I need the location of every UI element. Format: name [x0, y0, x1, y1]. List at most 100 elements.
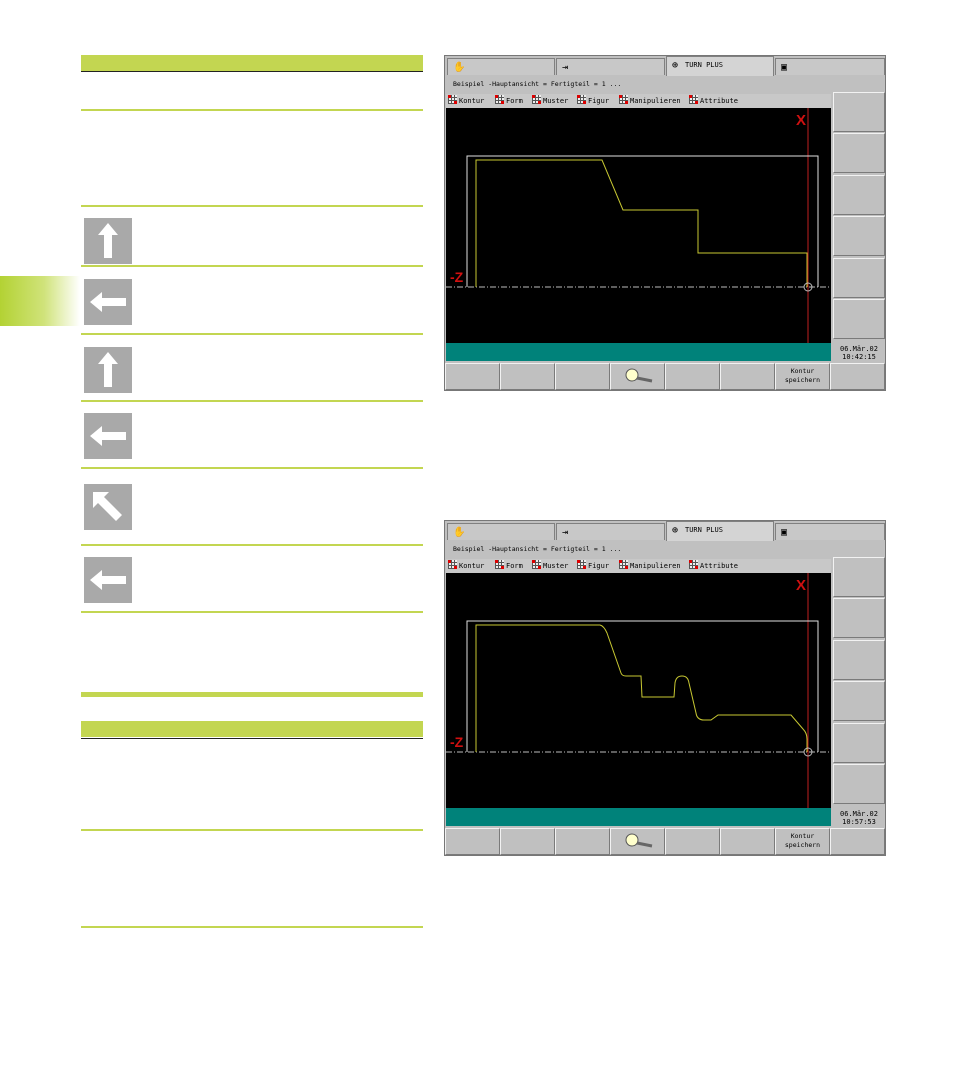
softkey-2[interactable]	[500, 828, 555, 855]
grid-icon	[619, 560, 628, 569]
contour-canvas[interactable]: X -Z	[446, 573, 831, 808]
grid-icon	[448, 95, 457, 104]
vertical-softkey-3[interactable]	[833, 175, 885, 215]
vertical-softkey-5[interactable]	[833, 723, 885, 763]
menu-bar: Kontur Form Muster Figur Manipulieren At…	[446, 94, 831, 108]
arrow-up-icon	[84, 218, 132, 264]
tab-program-run[interactable]: ⇥	[556, 58, 665, 75]
menu-item-manipulieren[interactable]: Manipulieren	[619, 559, 681, 573]
grid-icon	[532, 95, 541, 104]
menu-item-manipulieren[interactable]: Manipulieren	[619, 94, 681, 108]
menu-item-kontur[interactable]: Kontur	[448, 559, 484, 573]
arrow-into-box-icon: ⇥	[562, 527, 569, 538]
grid-icon	[532, 560, 541, 569]
divider	[81, 467, 423, 469]
tab-turn-plus[interactable]: ⊕ TURN PLUS	[666, 521, 774, 541]
menu-item-form[interactable]: Form	[495, 559, 523, 573]
tab-label: TURN PLUS	[685, 526, 723, 534]
menu-item-figur[interactable]: Figur	[577, 559, 609, 573]
grid-icon	[495, 560, 504, 569]
tab-save[interactable]: ▣	[775, 523, 885, 540]
date: 06.Mär.02	[840, 810, 878, 818]
tab-save[interactable]: ▣	[775, 58, 885, 75]
mode-tabs: ✋ ⇥ ⊕ TURN PLUS ▣	[445, 56, 885, 76]
arrow-up-icon	[84, 347, 132, 393]
softkey-6[interactable]	[720, 363, 775, 390]
divider	[81, 333, 423, 335]
arrow-up-left-icon	[84, 484, 132, 530]
menu-item-figur[interactable]: Figur	[577, 94, 609, 108]
tab-label: TURN PLUS	[685, 61, 723, 69]
vertical-softkey-2[interactable]	[833, 133, 885, 173]
grid-icon	[577, 95, 586, 104]
vertical-softkey-6[interactable]	[833, 299, 885, 339]
vertical-softkey-5[interactable]	[833, 258, 885, 298]
mode-tabs: ✋ ⇥ ⊕ TURN PLUS ▣	[445, 521, 885, 541]
chapter-tab	[0, 276, 80, 326]
softkey-5[interactable]	[665, 363, 720, 390]
magnifier-softkey[interactable]	[610, 363, 665, 390]
status-bar	[446, 808, 831, 826]
softkey-3[interactable]	[555, 363, 610, 390]
vertical-softkey-1[interactable]	[833, 557, 885, 597]
divider	[81, 109, 423, 111]
x-axis-label: X	[796, 577, 806, 594]
magnifier-softkey[interactable]	[610, 828, 665, 855]
section-header-bar	[81, 55, 423, 71]
tab-turn-plus[interactable]: ⊕ TURN PLUS	[666, 56, 774, 76]
softkey-1[interactable]	[445, 363, 500, 390]
softkey-8[interactable]	[830, 363, 885, 390]
softkey-6[interactable]	[720, 828, 775, 855]
menu-item-attribute[interactable]: Attribute	[689, 559, 738, 573]
softkey-2[interactable]	[500, 363, 555, 390]
time: 10:42:15	[842, 353, 876, 361]
grid-icon	[689, 95, 698, 104]
blank-outline	[466, 620, 819, 752]
grid-icon	[619, 95, 628, 104]
softkey-8[interactable]	[830, 828, 885, 855]
save-contour-button[interactable]: Kontur speichern	[775, 828, 830, 855]
clock: 06.Mär.02 10:57:53	[833, 808, 885, 828]
menu-item-attribute[interactable]: Attribute	[689, 94, 738, 108]
vertical-softkeys	[833, 92, 885, 339]
time: 10:57:53	[842, 818, 876, 826]
tab-program-run[interactable]: ⇥	[556, 523, 665, 540]
z-axis-label: -Z	[450, 269, 464, 285]
menu-item-muster[interactable]: Muster	[532, 94, 568, 108]
z-axis-label: -Z	[450, 734, 464, 750]
divider	[81, 71, 423, 72]
softkey-5[interactable]	[665, 828, 720, 855]
save-contour-button[interactable]: Kontur speichern	[775, 363, 830, 390]
program-title: Beispiel -Hauptansicht = Fertigteil = 1 …	[445, 541, 885, 559]
divider	[81, 738, 423, 739]
divider	[81, 205, 423, 207]
grid-icon	[448, 560, 457, 569]
divider	[81, 829, 423, 831]
tab-manual[interactable]: ✋	[447, 58, 555, 75]
vertical-softkey-4[interactable]	[833, 681, 885, 721]
menu-item-muster[interactable]: Muster	[532, 559, 568, 573]
vertical-softkey-1[interactable]	[833, 92, 885, 132]
menu-item-kontur[interactable]: Kontur	[448, 94, 484, 108]
vertical-softkey-3[interactable]	[833, 640, 885, 680]
menu-item-form[interactable]: Form	[495, 94, 523, 108]
vertical-softkey-2[interactable]	[833, 598, 885, 638]
grid-icon	[577, 560, 586, 569]
vertical-softkey-4[interactable]	[833, 216, 885, 256]
tab-manual[interactable]: ✋	[447, 523, 555, 540]
contour-canvas[interactable]: X -Z	[446, 108, 831, 343]
softkey-1[interactable]	[445, 828, 500, 855]
arrow-into-box-icon: ⇥	[562, 62, 569, 73]
blank-outline	[466, 155, 819, 287]
magnifier-icon	[625, 833, 652, 848]
divider	[81, 611, 423, 613]
arrow-left-icon	[84, 557, 132, 603]
divider	[81, 400, 423, 402]
control-screen-2: ✋ ⇥ ⊕ TURN PLUS ▣ Beispiel -Hauptansicht…	[444, 520, 886, 856]
divider	[81, 926, 423, 928]
vertical-softkey-6[interactable]	[833, 764, 885, 804]
x-axis-label: X	[796, 112, 806, 129]
section-header-bar	[81, 721, 423, 737]
date: 06.Mär.02	[840, 345, 878, 353]
softkey-3[interactable]	[555, 828, 610, 855]
